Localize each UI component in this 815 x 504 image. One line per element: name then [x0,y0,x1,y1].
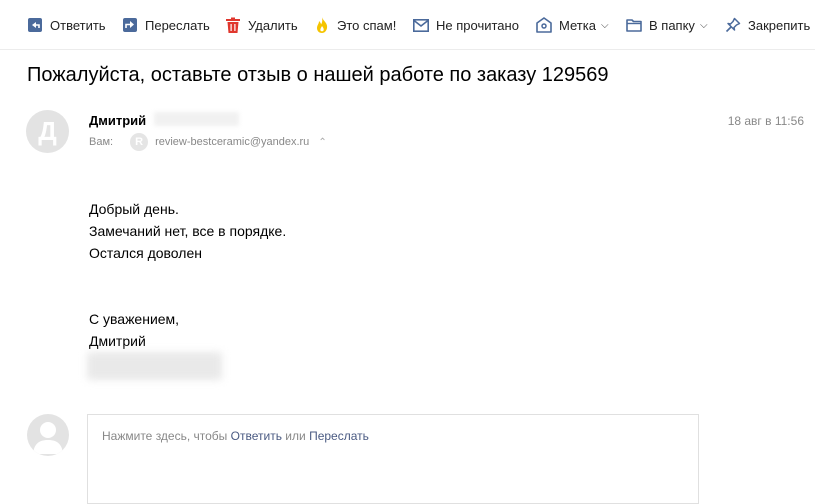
quick-reply-box[interactable]: Нажмите здесь, чтобы Ответить или Пересл… [87,414,699,504]
label-dropdown[interactable]: Метка ⌵ [535,0,609,50]
sender-avatar[interactable]: Д [26,110,69,153]
chevron-down-icon: ⌵ [600,19,609,31]
fire-icon [313,16,331,34]
redacted-signature [87,352,222,380]
message-body-line: Добрый день. [89,201,179,217]
delete-label: Удалить [248,17,298,33]
reply-button[interactable]: Ответить [26,0,106,50]
forward-label: Переслать [145,17,210,33]
recipient-row: Вам: R review-bestceramic@yandex.ru ⌃ [89,133,327,151]
pin-label: Закрепить [748,17,811,33]
reply-icon [26,16,44,34]
recipient-address[interactable]: review-bestceramic@yandex.ru [155,136,309,148]
reply-label: Ответить [50,17,106,33]
to-label: Вам: [89,136,114,148]
mark-unread-button[interactable]: Не прочитано [412,0,519,50]
recipient-avatar: R [130,133,149,151]
chevron-up-icon[interactable]: ⌃ [318,137,326,148]
reply-hint-or: или [285,429,306,443]
envelope-icon [412,16,430,34]
message-toolbar: Ответить Переслать Удалить Это спам! Не … [0,0,815,50]
forward-icon [121,16,139,34]
delete-button[interactable]: Удалить [224,0,298,50]
sender-name[interactable]: Дмитрий [89,113,146,128]
signature-greeting: С уважением, [89,311,180,327]
pin-button[interactable]: Закрепить [724,0,810,50]
label-dropdown-label: Метка [559,17,596,33]
quick-forward-link[interactable]: Переслать [309,429,369,443]
mark-unread-label: Не прочитано [436,17,519,33]
message-date: 18 авг в 11:56 [727,114,804,128]
signature-name: Дмитрий [89,333,146,349]
forward-button[interactable]: Переслать [121,0,210,50]
message-body-line: Остался доволен [89,245,202,261]
tag-icon [535,16,553,34]
move-to-folder-dropdown[interactable]: В папку ⌵ [625,0,708,50]
user-silhouette-icon [33,422,63,454]
sender-avatar-initial: Д [38,116,57,146]
trash-icon [224,16,242,34]
reply-hint-text: Нажмите здесь, чтобы [102,429,228,443]
quick-reply-hint: Нажмите здесь, чтобы Ответить или Пересл… [102,429,369,443]
message-subject: Пожалуйста, оставьте отзыв о нашей работ… [27,64,609,86]
spam-label: Это спам! [337,17,397,33]
spam-button[interactable]: Это спам! [313,0,396,50]
reply-user-avatar [27,414,69,456]
folder-icon [625,16,643,34]
redacted-sender-email [154,112,239,126]
message-body-line: Замечаний нет, все в порядке. [89,223,287,239]
move-to-folder-label: В папку [649,17,695,33]
chevron-down-icon: ⌵ [699,19,708,31]
quick-reply-link[interactable]: Ответить [231,429,282,443]
pin-icon [724,16,742,34]
